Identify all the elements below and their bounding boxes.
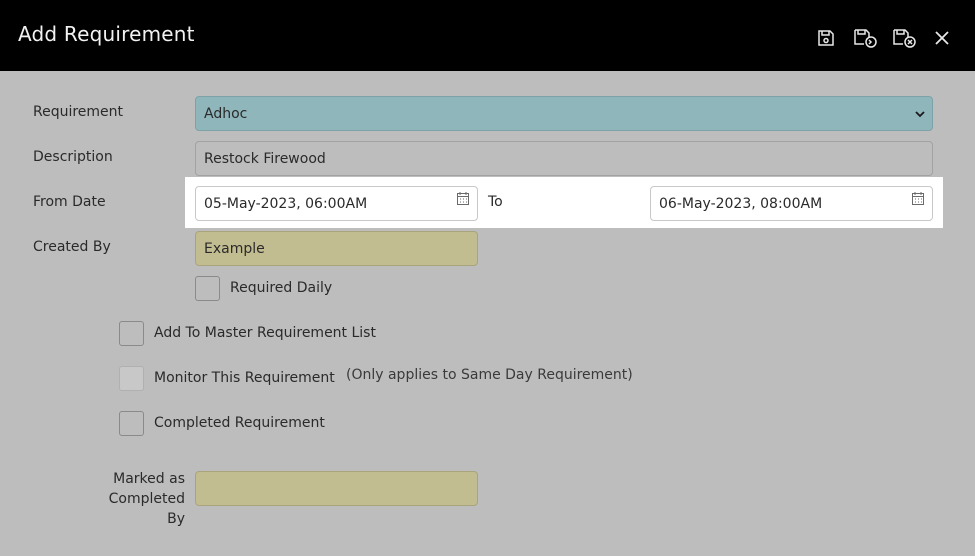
- add-to-master-checkbox[interactable]: [119, 321, 144, 346]
- created-by-value: Example: [204, 240, 265, 257]
- marked-completed-by-label-line1: Marked as Completed: [108, 471, 185, 507]
- save-button[interactable]: [813, 25, 839, 51]
- calendar-icon[interactable]: [912, 192, 924, 205]
- to-date-label: To: [488, 194, 503, 210]
- save-icon: [818, 30, 834, 46]
- completed-requirement-checkbox[interactable]: [119, 411, 144, 436]
- marked-completed-by-label-line2: By: [167, 511, 185, 527]
- dialog-title: Add Requirement: [18, 22, 195, 46]
- from-date-input[interactable]: 05-May-2023, 06:00AM: [195, 186, 478, 221]
- marked-completed-by-label: Marked as Completed By: [33, 469, 185, 529]
- save-and-copy-icon: [854, 29, 877, 48]
- from-date-label: From Date: [33, 194, 106, 210]
- marked-completed-by-field: [195, 471, 478, 506]
- description-value: Restock Firewood: [204, 150, 326, 167]
- chevron-down-icon: [915, 111, 925, 118]
- required-daily-checkbox[interactable]: [195, 276, 220, 301]
- save-and-close-icon: [893, 29, 916, 48]
- requirement-label: Requirement: [33, 104, 124, 120]
- close-button[interactable]: [929, 25, 955, 51]
- add-to-master-label: Add To Master Requirement List: [154, 325, 376, 341]
- monitor-note: (Only applies to Same Day Requirement): [346, 367, 633, 383]
- created-by-label: Created By: [33, 239, 111, 255]
- save-and-copy-button[interactable]: [853, 25, 879, 51]
- monitor-requirement-checkbox[interactable]: [119, 366, 144, 391]
- close-icon: [935, 31, 949, 45]
- completed-requirement-label: Completed Requirement: [154, 415, 325, 431]
- requirement-select[interactable]: Adhoc: [195, 96, 933, 131]
- created-by-field: Example: [195, 231, 478, 266]
- dialog-header: Add Requirement: [0, 0, 975, 71]
- save-and-close-button[interactable]: [892, 25, 918, 51]
- monitor-requirement-label: Monitor This Requirement: [154, 370, 335, 386]
- to-date-value: 06-May-2023, 08:00AM: [659, 195, 823, 212]
- required-daily-label: Required Daily: [230, 280, 333, 296]
- requirement-value: Adhoc: [204, 105, 248, 122]
- description-input[interactable]: Restock Firewood: [195, 141, 933, 176]
- description-label: Description: [33, 149, 113, 165]
- calendar-icon[interactable]: [457, 192, 469, 205]
- to-date-input[interactable]: 06-May-2023, 08:00AM: [650, 186, 933, 221]
- from-date-value: 05-May-2023, 06:00AM: [204, 195, 368, 212]
